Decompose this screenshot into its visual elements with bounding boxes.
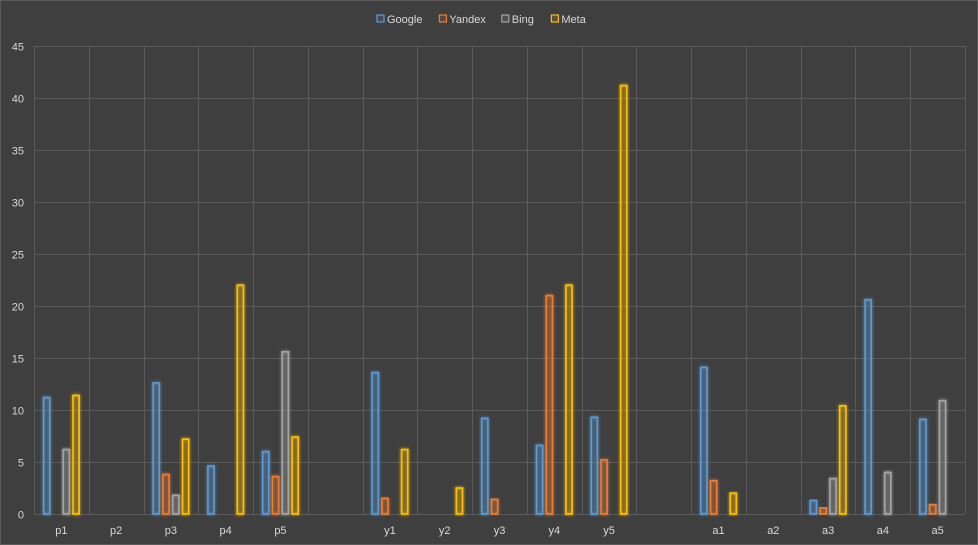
x-tick-label: y3 — [494, 525, 506, 537]
bar-bing-a5 — [938, 399, 947, 515]
y-axis-tick-labels: 0 5 10 15 20 25 30 35 40 45 — [12, 42, 24, 522]
bar-google-y1 — [371, 371, 380, 515]
bar-meta-a1 — [729, 492, 738, 515]
y-tick-label: 20 — [12, 302, 24, 314]
bar-meta-p5 — [291, 436, 300, 515]
x-tick-label: a4 — [877, 525, 889, 537]
bar-meta-p4 — [236, 284, 245, 515]
bar-bing-p5 — [281, 350, 290, 515]
legend-item-meta: Meta — [550, 14, 587, 26]
x-axis-tick-labels: p1 p2 p3 p4 p5 y1 y2 y3 y4 y5 a1 a2 a3 a4 a5 — [55, 525, 943, 537]
bar-meta-y5 — [619, 84, 628, 515]
bar-yandex-y4 — [545, 294, 554, 515]
bar-bing-p3 — [171, 494, 180, 515]
bar-google-y3 — [480, 417, 489, 515]
y-tick-label: 0 — [18, 510, 24, 522]
bar-meta-y4 — [565, 284, 573, 515]
x-tick-label: a5 — [931, 525, 943, 537]
x-tick-label: y5 — [603, 525, 615, 537]
bar-google-a5 — [919, 418, 927, 515]
bar-meta-p1 — [72, 394, 80, 515]
bar-meta-y2 — [455, 487, 464, 515]
chart-container: 0 5 10 15 20 25 30 35 40 45 p1 p2 p3 p4 p5 y1 y2 y3 y4 y5 a… — [0, 0, 978, 545]
legend-swatch — [438, 14, 447, 23]
legend-label: Yandex — [449, 14, 486, 26]
y-tick-label: 15 — [12, 354, 24, 366]
legend-swatch — [550, 14, 560, 23]
legend-swatch — [376, 14, 385, 23]
bar-meta-a3 — [838, 405, 847, 515]
bars — [42, 84, 947, 515]
bar-meta-y1 — [400, 448, 409, 515]
bar-chart: 0 5 10 15 20 25 30 35 40 45 p1 p2 p3 p4 p5 y1 y2 y3 y4 y5 a… — [12, 14, 966, 537]
bar-google-a1 — [699, 366, 708, 515]
bar-google-a4 — [864, 298, 873, 515]
x-tick-label: y2 — [439, 525, 451, 537]
bar-yandex-a5 — [928, 503, 937, 515]
x-tick-label: p1 — [55, 525, 67, 537]
bar-yandex-y1 — [381, 497, 389, 515]
bar-yandex-y3 — [490, 498, 499, 515]
y-tick-label: 40 — [12, 94, 24, 106]
bar-yandex-a3 — [819, 506, 828, 515]
bar-google-a3 — [809, 499, 818, 515]
legend-label: Bing — [512, 14, 534, 26]
bar-yandex-p5 — [271, 475, 280, 515]
bar-bing-p1 — [62, 448, 71, 515]
legend-item-bing: Bing — [501, 14, 534, 26]
bar-google-y4 — [535, 444, 544, 515]
legend: Google Yandex Bing Meta — [376, 14, 587, 26]
bar-google-p5 — [261, 450, 270, 515]
x-tick-label: p3 — [165, 525, 177, 537]
x-tick-label: y1 — [384, 525, 396, 537]
bar-yandex-p3 — [162, 473, 170, 515]
legend-swatch — [501, 14, 510, 23]
y-tick-label: 45 — [12, 42, 24, 54]
y-tick-label: 35 — [12, 146, 24, 158]
x-tick-label: a1 — [712, 525, 724, 537]
legend-item-google: Google — [376, 14, 422, 26]
bar-bing-a3 — [829, 477, 837, 515]
x-tick-label: p5 — [274, 525, 286, 537]
x-tick-label: p4 — [220, 525, 232, 537]
legend-label: Google — [387, 14, 422, 26]
y-tick-label: 25 — [12, 250, 24, 262]
bar-google-y5 — [590, 416, 599, 515]
x-tick-label: a2 — [767, 525, 779, 537]
bar-google-p4 — [207, 465, 215, 515]
bar-google-p3 — [152, 382, 161, 515]
y-tick-label: 10 — [12, 406, 24, 418]
gridlines — [34, 46, 966, 515]
bar-bing-a4 — [883, 471, 892, 515]
bar-meta-p3 — [181, 438, 190, 515]
bar-google-p1 — [42, 396, 51, 515]
bar-yandex-y5 — [600, 459, 609, 515]
y-tick-label: 5 — [18, 458, 24, 470]
x-tick-label: y4 — [548, 525, 560, 537]
x-tick-label: a3 — [822, 525, 834, 537]
x-tick-label: p2 — [110, 525, 122, 537]
y-tick-label: 30 — [12, 198, 24, 210]
legend-item-yandex: Yandex — [438, 14, 486, 26]
legend-label: Meta — [561, 14, 586, 26]
bar-yandex-a1 — [709, 479, 718, 515]
